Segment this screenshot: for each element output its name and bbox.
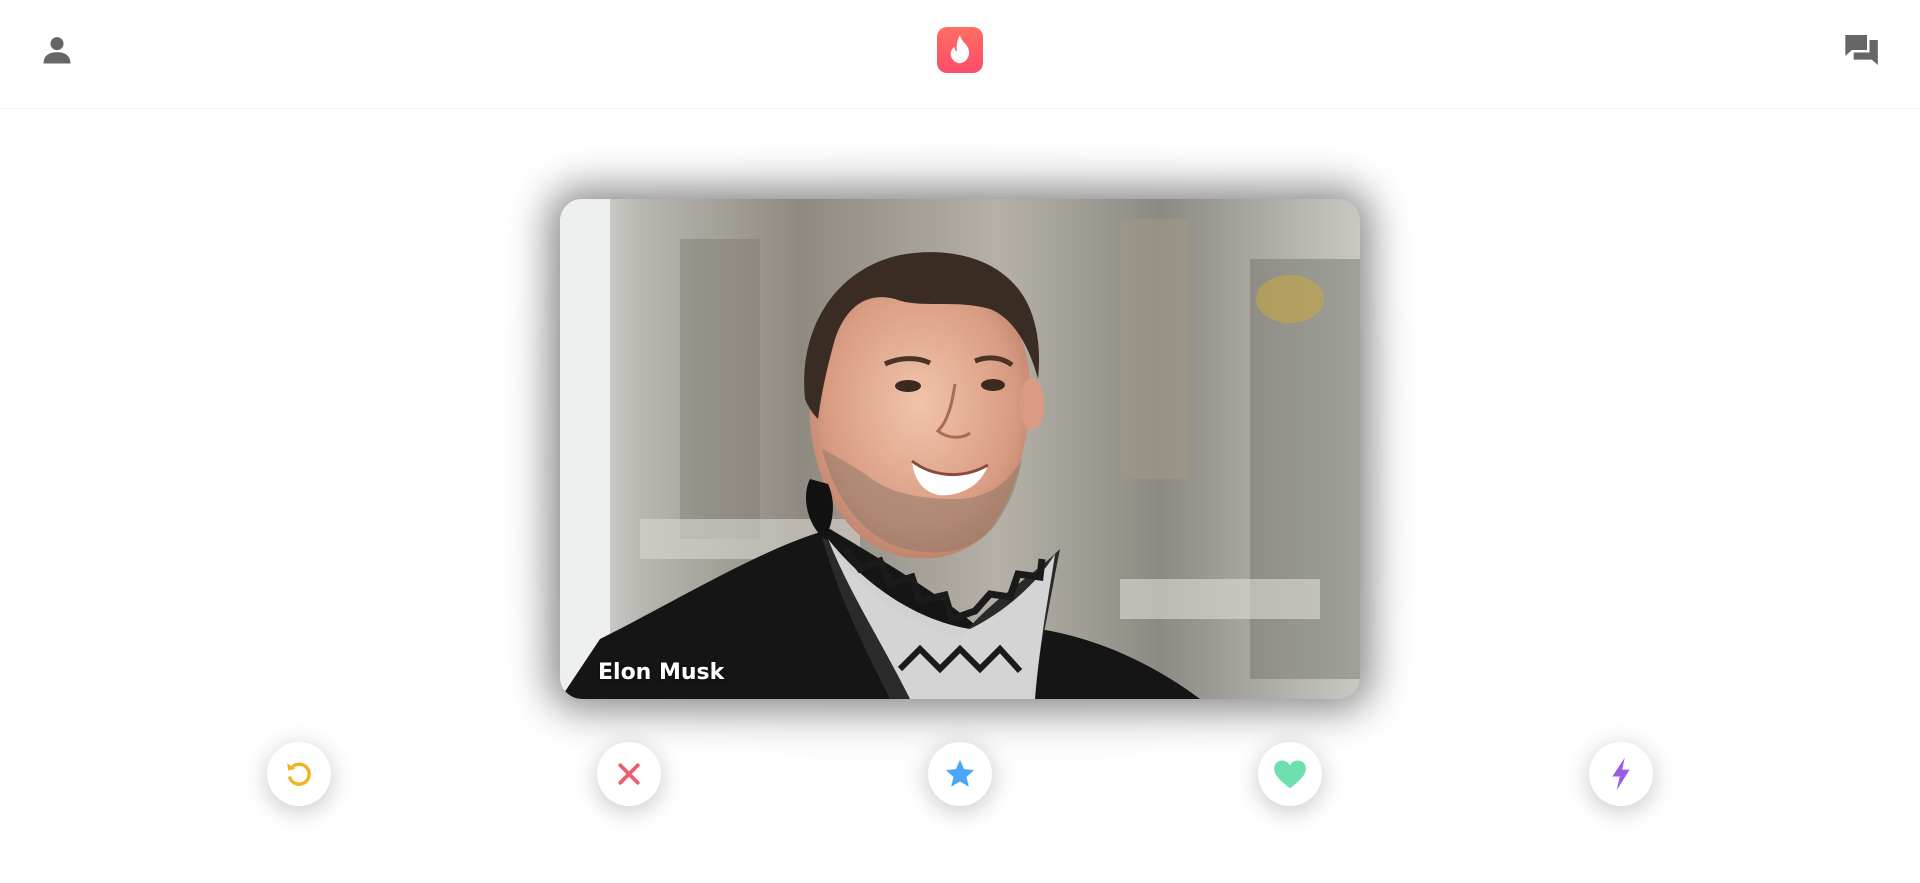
profile-card[interactable]: Elon Musk	[560, 199, 1360, 699]
profile-name: Elon Musk	[598, 660, 725, 685]
flame-icon	[950, 35, 970, 64]
boost-button[interactable]	[1589, 742, 1653, 806]
person-icon	[43, 37, 71, 64]
close-icon	[618, 763, 640, 785]
rewind-icon	[287, 762, 311, 786]
chat-bubbles-icon	[1845, 35, 1878, 65]
lightning-icon	[1612, 757, 1630, 791]
rewind-button[interactable]	[267, 742, 331, 806]
super-like-button[interactable]	[928, 742, 992, 806]
profile-photo	[560, 199, 1360, 699]
top-bar	[0, 0, 1920, 109]
app-logo[interactable]	[937, 27, 983, 73]
messages-button[interactable]	[1836, 24, 1888, 76]
profile-button[interactable]	[31, 24, 83, 76]
heart-icon	[1274, 760, 1306, 789]
like-button[interactable]	[1258, 742, 1322, 806]
star-icon	[945, 759, 975, 787]
nope-button[interactable]	[597, 742, 661, 806]
